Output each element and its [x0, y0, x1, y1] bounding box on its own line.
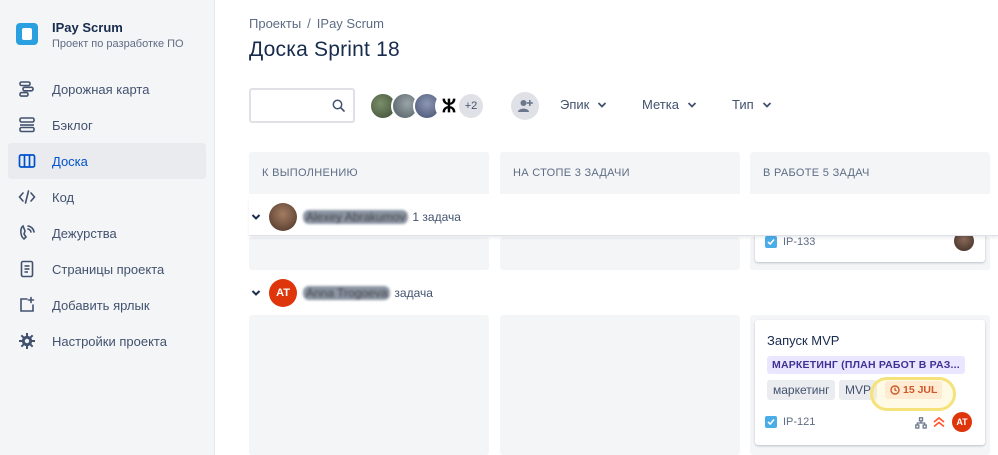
breadcrumb-projects-link[interactable]: Проекты [249, 16, 301, 31]
swimlane-header[interactable]: AT Anna Trogoeva задача [249, 276, 998, 310]
project-header[interactable]: IPay Scrum Проект по разработке ПО [16, 20, 184, 52]
project-subtitle: Проект по разработке ПО [52, 38, 184, 50]
project-avatar-icon [16, 23, 38, 45]
breadcrumb-project-link[interactable]: IPay Scrum [317, 16, 384, 31]
avatar[interactable]: AT [952, 412, 972, 432]
filter-label: Эпик [560, 97, 590, 112]
column-header-todo: К ВЫПОЛНЕНИЮ [249, 152, 489, 194]
filter-label: Метка [642, 97, 679, 112]
board-icon [18, 152, 36, 170]
search-input[interactable] [249, 88, 355, 123]
add-user-icon [518, 100, 533, 112]
swimlane-assignee-name: Alexey Abrakumov [303, 209, 409, 224]
issue-key-text: IP-133 [783, 236, 816, 248]
sidebar-item-label: Дорожная карта [52, 81, 150, 97]
sidebar-item-backlog[interactable]: Бэклог [8, 107, 206, 143]
sidebar-item-label: Доска [52, 153, 88, 169]
add-user-button[interactable] [511, 92, 539, 120]
priority-high-icon [933, 416, 945, 428]
search-icon [332, 99, 345, 112]
pages-icon [18, 260, 36, 278]
breadcrumb: Проекты / IPay Scrum [249, 16, 384, 31]
child-issues-icon [915, 417, 927, 429]
chevron-down-icon [687, 101, 697, 108]
sidebar-item-label: Дежурства [52, 225, 117, 241]
column-header-on-hold: НА СТОПЕ 3 ЗАДАЧИ [500, 152, 740, 194]
task-type-icon [765, 236, 777, 248]
sidebar-item-board[interactable]: Доска [8, 143, 206, 179]
highlight-annotation [870, 377, 956, 411]
add-shortcut-icon [18, 296, 36, 314]
sidebar-nav: Дорожная карта Бэклог Доска Код Дежурств… [8, 71, 206, 359]
sidebar-item-settings[interactable]: Настройки проекта [8, 323, 206, 359]
epic-badge: МАРКЕТИНГ (ПЛАН РАБОТ В РАЗ... [767, 356, 965, 374]
page-title: Доска Sprint 18 [249, 38, 400, 61]
gear-icon [18, 332, 36, 350]
issue-key: IP-133 [765, 236, 815, 248]
issue-key: IP-121 [765, 416, 815, 428]
column-cell [249, 315, 489, 455]
issue-key-text: IP-121 [783, 416, 816, 428]
issue-summary: Запуск MVP [767, 333, 840, 348]
project-name: IPay Scrum [52, 20, 123, 35]
chevron-down-icon [762, 101, 771, 108]
sidebar-item-code[interactable]: Код [8, 179, 206, 215]
avatar-filter-group: ⵣ +2 [369, 92, 485, 120]
epic-filter-dropdown[interactable]: Эпик [560, 97, 607, 112]
chevron-down-icon[interactable] [251, 212, 261, 222]
swimlane-assignee-name: Anna Trogoeva [303, 286, 391, 300]
sidebar-item-add-shortcut[interactable]: Добавить ярлык [8, 287, 206, 323]
sidebar-item-label: Код [52, 189, 75, 205]
more-avatars-button[interactable]: +2 [457, 92, 485, 120]
sidebar-item-pages[interactable]: Страницы проекта [8, 251, 206, 287]
task-type-icon [765, 416, 777, 428]
column-cell [500, 315, 740, 455]
chevron-down-icon [598, 101, 607, 108]
backlog-icon [18, 116, 36, 134]
chevron-down-icon[interactable] [251, 288, 261, 298]
sidebar-item-label: Добавить ярлык [52, 297, 150, 313]
label-badge: маркетинг [767, 380, 836, 400]
roadmap-icon [18, 80, 36, 98]
swimlane-header[interactable]: Alexey Abrakumov 1 задача [249, 198, 998, 236]
breadcrumb-separator: / [307, 16, 311, 31]
avatar [269, 202, 297, 231]
sidebar-item-label: Настройки проекта [52, 333, 167, 349]
phone-icon [18, 224, 36, 242]
filter-label: Тип [732, 97, 754, 112]
column-cell [500, 237, 740, 270]
sidebar-item-oncall[interactable]: Дежурства [8, 215, 206, 251]
label-filter-dropdown[interactable]: Метка [642, 97, 697, 112]
column-cell [249, 237, 489, 270]
code-icon [18, 188, 36, 206]
column-header-in-progress: В РАБОТЕ 5 ЗАДАЧ [750, 152, 990, 194]
swimlane-issue-count: 1 задача [412, 209, 461, 224]
sidebar-item-label: Страницы проекта [52, 261, 165, 277]
avatar: AT [269, 279, 297, 307]
swimlane-issue-count: задача [394, 286, 433, 300]
sidebar: IPay Scrum Проект по разработке ПО Дорож… [0, 0, 215, 455]
sidebar-item-roadmap[interactable]: Дорожная карта [8, 71, 206, 107]
sidebar-item-label: Бэклог [52, 117, 93, 133]
type-filter-dropdown[interactable]: Тип [732, 97, 772, 112]
